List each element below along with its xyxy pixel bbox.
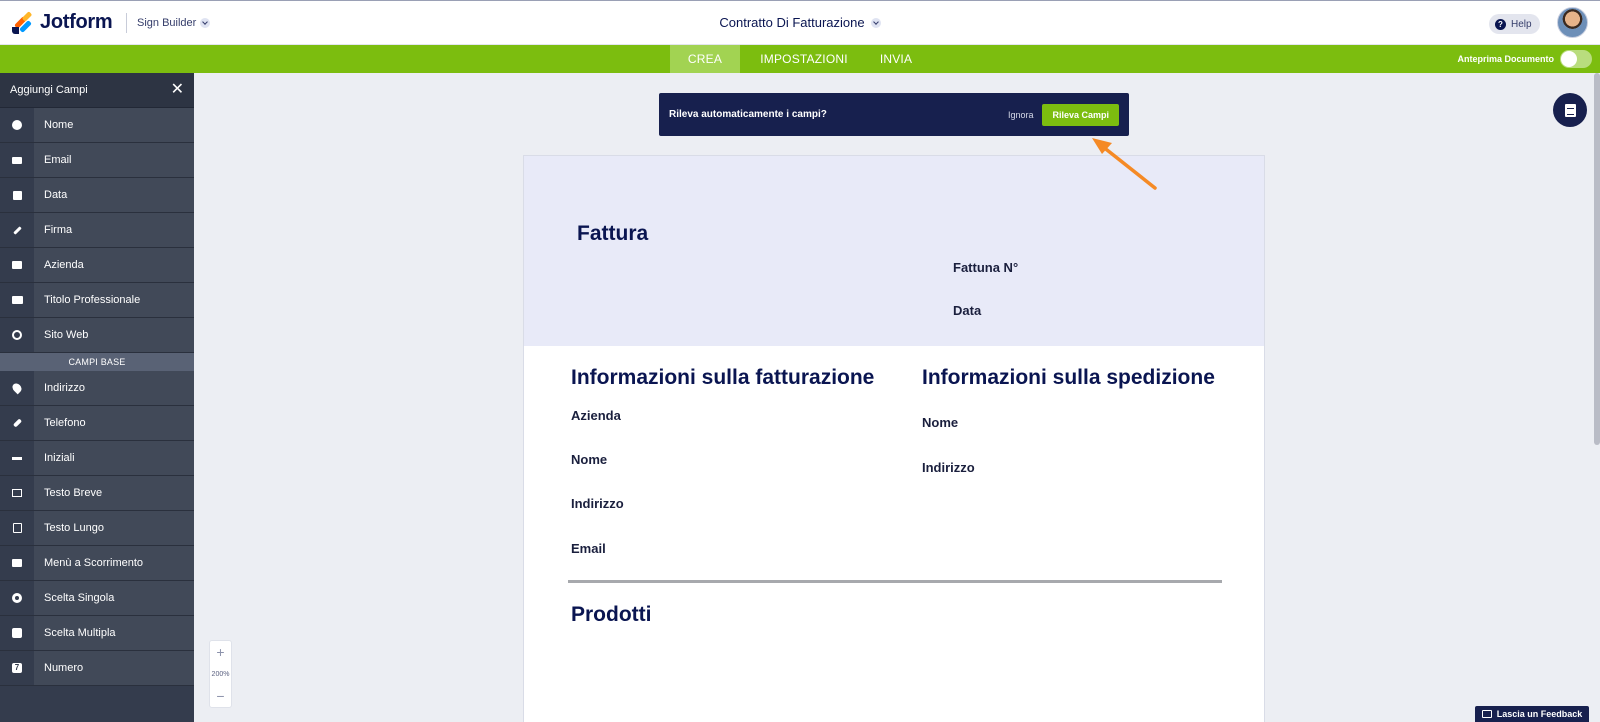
shipping-field-indirizzo: Indirizzo [922,460,975,475]
sidebar-item-label: Iniziali [44,452,75,464]
chat-icon [1481,710,1492,718]
sidebar-item-data[interactable]: Data [0,178,194,213]
preview-toggle-label: Anteprima Documento [1457,54,1554,64]
sidebar-item-label: Scelta Multipla [44,627,116,639]
dropdown-icon [0,546,34,580]
sidebar-item-numero[interactable]: 7 Numero [0,651,194,686]
user-avatar[interactable] [1557,7,1588,38]
invoice-number-label: Fattuna N° [953,260,1019,275]
phone-icon [0,406,34,440]
sidebar-item-label: Email [44,154,72,166]
zoom-level: 200% [211,670,230,678]
sidebar-item-label: Numero [44,662,84,674]
envelope-icon [0,143,34,177]
billing-field-indirizzo: Indirizzo [571,496,624,511]
sidebar-item-nome[interactable]: Nome [0,108,194,143]
shipping-field-nome: Nome [922,415,959,430]
detect-fields-button[interactable]: Rileva Campi [1042,103,1119,126]
sidebar-item-label: Nome [44,119,74,131]
document-title-text: Contratto Di Fatturazione [719,15,865,30]
auto-detect-banner: Rileva automaticamente i campi? Ignora R… [659,93,1129,136]
tab-crea[interactable]: CREA [670,45,740,73]
initials-icon [0,441,34,475]
zoom-in-button[interactable]: + [216,644,224,660]
user-icon [0,108,34,142]
document-title[interactable]: Contratto Di Fatturazione [0,15,1600,30]
sidebar-title: Aggiungi Campi [10,84,88,96]
sidebar-item-telefono[interactable]: Telefono [0,406,194,441]
zoom-out-button[interactable]: − [216,688,224,704]
section-label-campi-base: CAMPI BASE [0,353,194,371]
zoom-control: + 200% − [209,640,232,708]
tab-bar: CREA IMPOSTAZIONI INVIA Anteprima Docume… [0,45,1600,73]
globe-icon [0,318,34,352]
sidebar-item-label: Testo Breve [44,487,103,499]
billing-heading: Informazioni sulla fatturazione [571,366,875,389]
page-scrollbar[interactable] [1594,73,1600,445]
section-divider [568,580,1222,583]
number-icon: 7 [0,651,34,685]
checkbox-icon [0,616,34,650]
sidebar-item-testo-lungo[interactable]: Testo Lungo [0,511,194,546]
sidebar-item-email[interactable]: Email [0,143,194,178]
document-page: Fattura Fattuna N° Data Informazioni sul… [523,155,1265,722]
sidebar-item-titolo-professionale[interactable]: Titolo Professionale [0,283,194,318]
sidebar-item-label: Scelta Singola [44,592,115,604]
shipping-heading: Informazioni sulla spedizione [922,366,1215,389]
sidebar-header: Aggiungi Campi ✕ [0,73,194,108]
document-icon [1564,103,1576,117]
sidebar-item-firma[interactable]: Firma [0,213,194,248]
billing-field-azienda: Azienda [571,408,621,423]
map-pin-icon [0,371,34,405]
sidebar-item-label: Testo Lungo [44,522,104,534]
building-icon [0,248,34,282]
sidebar-item-label: Data [44,189,68,201]
feedback-button[interactable]: Lascia un Feedback [1475,706,1589,722]
long-text-icon [0,511,34,545]
sidebar-item-scelta-singola[interactable]: Scelta Singola [0,581,194,616]
sidebar-item-label: Firma [44,224,73,236]
ignore-button[interactable]: Ignora [1008,110,1034,120]
sidebar-item-label: Indirizzo [44,382,85,394]
add-fields-sidebar: Aggiungi Campi ✕ Nome Email Data Firma A… [0,73,194,722]
sidebar-item-scelta-multipla[interactable]: Scelta Multipla [0,616,194,651]
radio-icon [0,581,34,615]
question-icon: ? [1495,18,1506,30]
top-header: Jotform Sign Builder Contratto Di Fattur… [0,0,1600,45]
banner-text: Rileva automaticamente i campi? [669,109,827,120]
sidebar-item-label: Titolo Professionale [44,294,141,306]
document-header-band: Fattura Fattuna N° Data [524,156,1264,346]
sidebar-item-azienda[interactable]: Azienda [0,248,194,283]
products-heading: Prodotti [571,603,652,626]
calendar-icon [0,178,34,212]
billing-field-email: Email [571,541,606,556]
switch-knob [1561,51,1577,67]
invoice-title: Fattura [577,222,649,245]
preview-switch[interactable] [1560,50,1592,68]
sidebar-item-iniziali[interactable]: Iniziali [0,441,194,476]
short-text-icon [0,476,34,510]
tab-invia[interactable]: INVIA [870,45,922,73]
help-label: Help [1511,18,1532,30]
tab-impostazioni[interactable]: IMPOSTAZIONI [752,45,856,73]
sidebar-item-label: Azienda [44,259,84,271]
sidebar-item-label: Sito Web [44,329,89,341]
pen-icon [0,213,34,247]
document-pages-button[interactable] [1553,93,1587,127]
sidebar-item-sito-web[interactable]: Sito Web [0,318,194,353]
billing-field-nome: Nome [571,452,608,467]
sidebar-item-label: Telefono [44,417,86,429]
feedback-label: Lascia un Feedback [1496,709,1583,719]
close-icon[interactable]: ✕ [171,82,184,98]
sidebar-item-label: Menù a Scorrimento [44,557,144,569]
sidebar-item-testo-breve[interactable]: Testo Breve [0,476,194,511]
id-card-icon [0,283,34,317]
help-button[interactable]: ? Help [1489,14,1540,34]
invoice-date-label: Data [953,303,982,318]
chevron-down-icon [870,17,881,28]
sidebar-item-menu-a-scorrimento[interactable]: Menù a Scorrimento [0,546,194,581]
sidebar-item-indirizzo[interactable]: Indirizzo [0,371,194,406]
preview-toggle[interactable]: Anteprima Documento [1457,50,1592,68]
